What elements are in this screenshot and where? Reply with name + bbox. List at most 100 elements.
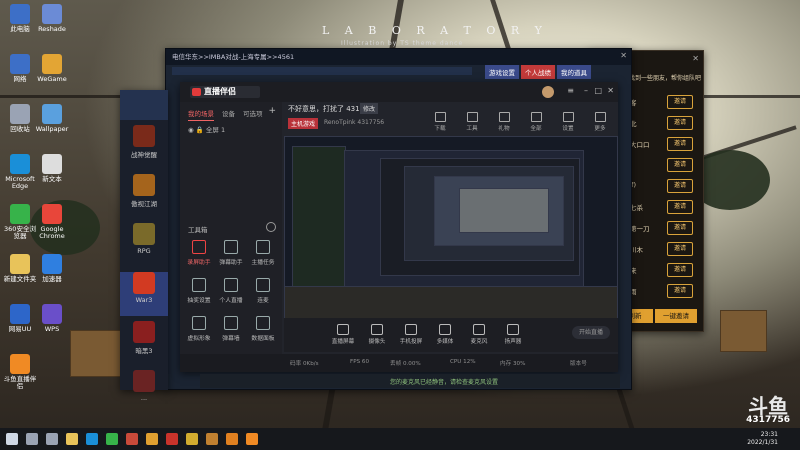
toolbox-expand-icon[interactable]: [266, 222, 276, 232]
taskbar-app3-icon[interactable]: [166, 433, 178, 445]
eye-icon[interactable]: ◉: [188, 126, 194, 134]
desktop-icon[interactable]: Microsoft Edge: [2, 154, 38, 190]
header-action[interactable]: 工具: [459, 112, 485, 132]
taskbar-start-icon[interactable]: [6, 433, 18, 445]
invite-button[interactable]: 邀请: [667, 242, 693, 256]
category-tag[interactable]: 主机游戏: [288, 118, 319, 129]
desktop-icon[interactable]: WPS: [34, 304, 70, 333]
taskbar-explorer-icon[interactable]: [66, 433, 78, 445]
taskbar-app2-icon[interactable]: [146, 433, 158, 445]
game-window-tabs: 游戏设置 个人战绩 我的道具: [485, 65, 591, 79]
game-item[interactable]: RPG: [120, 223, 168, 267]
avatar[interactable]: [542, 86, 554, 98]
tool-item[interactable]: 个人直播: [216, 278, 246, 304]
header-action[interactable]: 设置: [555, 112, 581, 132]
invite-button[interactable]: 邀请: [667, 284, 693, 298]
tab-left[interactable]: 设备: [222, 108, 235, 121]
desktop-icon-label: 网易UU: [8, 325, 32, 333]
lock-icon[interactable]: 🔒: [196, 126, 204, 134]
desktop-icon[interactable]: 新建文件夹: [2, 254, 38, 283]
close-icon[interactable]: ✕: [607, 86, 614, 95]
desktop-icon[interactable]: 网易UU: [2, 304, 38, 333]
desktop-icon[interactable]: Reshade: [34, 4, 70, 33]
game-label: RPG: [137, 247, 151, 255]
action-label: 设置: [562, 126, 574, 132]
invite-button[interactable]: 邀请: [667, 221, 693, 235]
source-button[interactable]: 摄像头: [360, 324, 394, 345]
minimize-icon[interactable]: –: [584, 86, 588, 95]
game-item[interactable]: War3: [120, 272, 168, 316]
taskbar-app4-icon[interactable]: [186, 433, 198, 445]
tool-item[interactable]: 主播任务: [248, 240, 278, 266]
invite-all-button[interactable]: 一键邀请: [655, 309, 697, 323]
desktop-icon[interactable]: 新文本: [34, 154, 70, 183]
source-button[interactable]: 多媒体: [428, 324, 462, 345]
desktop-icon[interactable]: 网络: [2, 54, 38, 83]
tab-my-items[interactable]: 我的道具: [557, 65, 591, 79]
header-action[interactable]: 全部: [523, 112, 549, 132]
taskbar-app6-icon[interactable]: [226, 433, 238, 445]
tool-item[interactable]: 弹幕助手: [216, 240, 246, 266]
app-icon: [10, 304, 30, 324]
taskbar-edge-icon[interactable]: [86, 433, 98, 445]
invite-button[interactable]: 邀请: [667, 200, 693, 214]
desktop-icon-label: 斗鱼直播伴侣: [3, 375, 37, 390]
tab-game-settings[interactable]: 游戏设置: [485, 65, 519, 79]
clock[interactable]: 23:31 2022/1/31: [747, 431, 778, 447]
header-action[interactable]: 下载: [427, 112, 453, 132]
tool-item[interactable]: 弹幕墙: [216, 316, 246, 342]
taskbar-app5-icon[interactable]: [206, 433, 218, 445]
game-item[interactable]: ...: [120, 370, 168, 414]
tool-item[interactable]: 抽奖设置: [184, 278, 214, 304]
invite-button[interactable]: 邀请: [667, 137, 693, 151]
taskbar-search-icon[interactable]: [26, 433, 38, 445]
tab-left[interactable]: 我的场景: [188, 108, 214, 121]
source-button[interactable]: 手机投屏: [394, 324, 428, 345]
taskbar-wechat-icon[interactable]: [106, 433, 118, 445]
tool-label: 虚拟形象: [187, 336, 211, 342]
game-item[interactable]: 傲视江湖: [120, 174, 168, 218]
invite-button[interactable]: 邀请: [667, 95, 693, 109]
taskbar-app7-icon[interactable]: [246, 433, 258, 445]
game-item[interactable]: 暗黑3: [120, 321, 168, 365]
maximize-icon[interactable]: □: [594, 86, 602, 95]
desktop-icon[interactable]: 此电脑: [2, 4, 38, 33]
edit-title-button[interactable]: 修改: [360, 103, 379, 114]
desktop-icon[interactable]: Wallpaper: [34, 104, 70, 133]
menu-icon[interactable]: ≡: [567, 86, 574, 95]
game-item[interactable]: 战神觉醒: [120, 125, 168, 169]
desktop-icon[interactable]: Google Chrome: [34, 204, 70, 240]
close-icon[interactable]: ✕: [692, 54, 699, 63]
start-live-button[interactable]: 开始直播: [572, 326, 610, 339]
tool-item[interactable]: 数据面板: [248, 316, 278, 342]
taskbar-app1-icon[interactable]: [126, 433, 138, 445]
action-icon: [594, 112, 606, 122]
tool-item[interactable]: 连麦: [248, 278, 278, 304]
tab-left[interactable]: 可选项: [243, 108, 263, 121]
scene-item[interactable]: ◉ 🔒 全屏 1: [188, 124, 225, 134]
invite-button[interactable]: 邀请: [667, 116, 693, 130]
taskbar-taskview-icon[interactable]: [46, 433, 58, 445]
tool-item[interactable]: 虚拟形象: [184, 316, 214, 342]
desktop-icon-label: Wallpaper: [35, 125, 69, 133]
desktop-icon[interactable]: 斗鱼直播伴侣: [2, 354, 38, 390]
tool-item[interactable]: 录屏助手: [184, 240, 214, 266]
app-icon: [42, 4, 62, 24]
desktop-icon[interactable]: WeGame: [34, 54, 70, 83]
add-icon[interactable]: +: [268, 106, 276, 116]
stream-preview[interactable]: [284, 136, 618, 336]
desktop-icon[interactable]: 360安全浏览器: [2, 204, 38, 240]
source-button[interactable]: 扬声器: [496, 324, 530, 345]
desktop-icon[interactable]: 加速器: [34, 254, 70, 283]
source-button[interactable]: 麦克风: [462, 324, 496, 345]
close-icon[interactable]: ✕: [620, 51, 627, 60]
header-action[interactable]: 礼物: [491, 112, 517, 132]
invite-button[interactable]: 邀请: [667, 158, 693, 172]
header-action[interactable]: 更多: [587, 112, 613, 132]
invite-button[interactable]: 邀请: [667, 263, 693, 277]
desktop-icon[interactable]: 回收站: [2, 104, 38, 133]
cpu: CPU 12%: [450, 359, 476, 365]
source-button[interactable]: 直播屏幕: [326, 324, 360, 345]
invite-button[interactable]: 邀请: [667, 179, 693, 193]
tab-personal-record[interactable]: 个人战绩: [521, 65, 555, 79]
